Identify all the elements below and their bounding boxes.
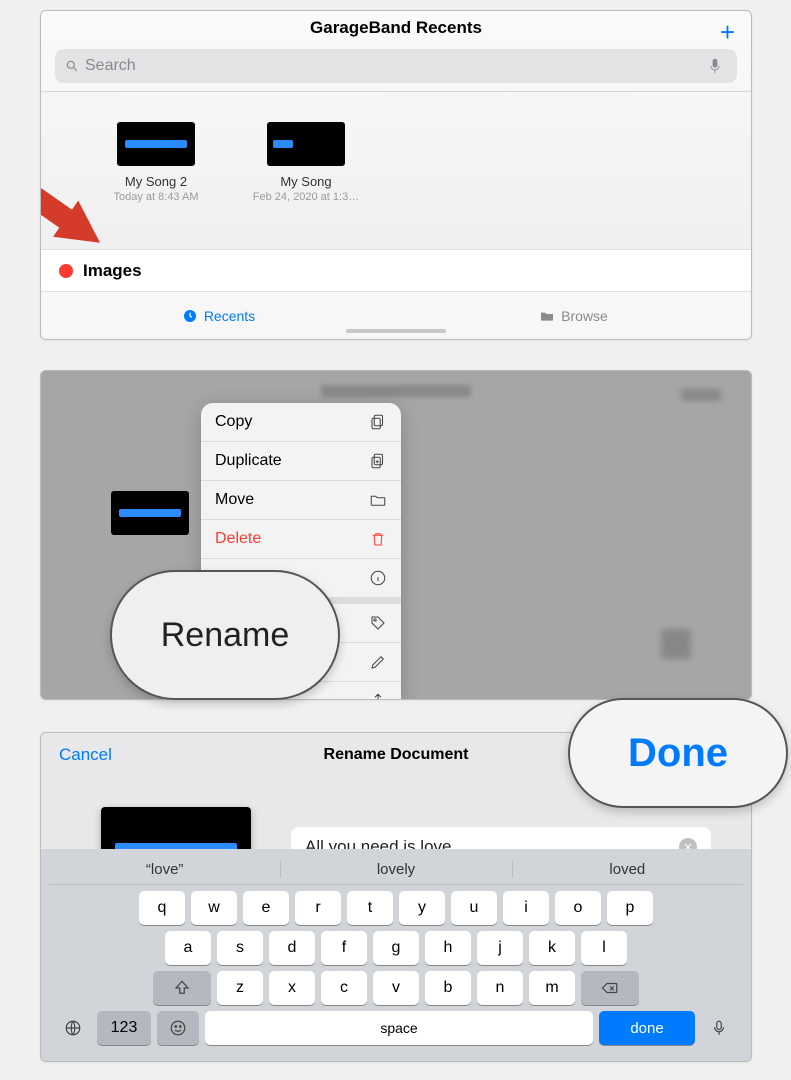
callout-done: Done	[568, 698, 788, 808]
key-v[interactable]: v	[373, 971, 419, 1005]
key-a[interactable]: a	[165, 931, 211, 965]
info-icon	[369, 569, 387, 587]
file-name: My Song	[280, 174, 331, 189]
mic-icon	[710, 1019, 728, 1037]
callout-label: Done	[628, 731, 728, 776]
tag-icon	[369, 614, 387, 632]
key-f[interactable]: f	[321, 931, 367, 965]
emoji-icon	[169, 1019, 187, 1037]
key-x[interactable]: x	[269, 971, 315, 1005]
key-q[interactable]: q	[139, 891, 185, 925]
key-g[interactable]: g	[373, 931, 419, 965]
clock-icon	[182, 308, 198, 324]
file-thumbnail	[111, 491, 189, 535]
cancel-button[interactable]: Cancel	[59, 745, 112, 765]
tab-label: Recents	[204, 308, 255, 324]
blurred-button	[681, 389, 721, 401]
key-e[interactable]: e	[243, 891, 289, 925]
key-h[interactable]: h	[425, 931, 471, 965]
file-thumbnail	[117, 122, 195, 166]
copy-icon	[369, 413, 387, 431]
search-icon	[65, 59, 79, 73]
blurred-title	[321, 385, 471, 397]
key-c[interactable]: c	[321, 971, 367, 1005]
key-u[interactable]: u	[451, 891, 497, 925]
pencil-icon	[369, 653, 387, 671]
suggestion[interactable]: lovely	[280, 855, 511, 884]
callout-rename: Rename	[110, 570, 340, 700]
menu-item-delete[interactable]: Delete	[201, 520, 401, 559]
duplicate-icon	[369, 452, 387, 470]
globe-icon	[64, 1019, 82, 1037]
mic-icon[interactable]	[709, 58, 721, 74]
file-item[interactable]: My Song 2 Today at 8:43 AM	[101, 122, 211, 203]
key-i[interactable]: i	[503, 891, 549, 925]
space-key[interactable]: space	[205, 1011, 593, 1045]
key-j[interactable]: j	[477, 931, 523, 965]
key-l[interactable]: l	[581, 931, 627, 965]
key-d[interactable]: d	[269, 931, 315, 965]
folder-icon	[369, 491, 387, 509]
file-name: My Song 2	[125, 174, 187, 189]
tab-browse[interactable]: Browse	[396, 308, 751, 324]
key-k[interactable]: k	[529, 931, 575, 965]
key-z[interactable]: z	[217, 971, 263, 1005]
key-t[interactable]: t	[347, 891, 393, 925]
keyboard: “love” lovely loved qwertyuiop asdfghjkl…	[41, 849, 751, 1061]
home-indicator	[346, 329, 446, 333]
emoji-key[interactable]	[157, 1011, 199, 1045]
menu-item-duplicate[interactable]: Duplicate	[201, 442, 401, 481]
callout-label: Rename	[161, 616, 290, 655]
file-grid: My Song 2 Today at 8:43 AM My Song Feb 2…	[41, 92, 751, 203]
backspace-icon	[601, 979, 619, 997]
tab-label: Browse	[561, 308, 608, 324]
key-n[interactable]: n	[477, 971, 523, 1005]
section-label: Images	[83, 261, 142, 281]
file-thumbnail	[267, 122, 345, 166]
folder-icon	[539, 308, 555, 324]
shift-icon	[173, 979, 191, 997]
menu-item-move[interactable]: Move	[201, 481, 401, 520]
blurred-element	[661, 629, 691, 659]
tab-recents[interactable]: Recents	[41, 308, 396, 324]
search-placeholder: Search	[85, 57, 709, 75]
file-date: Today at 8:43 AM	[114, 191, 199, 203]
file-date: Feb 24, 2020 at 1:3…	[253, 191, 359, 203]
bottom-tabbar: Recents Browse	[41, 291, 751, 339]
key-r[interactable]: r	[295, 891, 341, 925]
share-icon	[369, 692, 387, 700]
key-p[interactable]: p	[607, 891, 653, 925]
dictation-key[interactable]	[701, 1011, 737, 1045]
recents-panel: GarageBand Recents + Search My Song 2 To…	[40, 10, 752, 340]
key-y[interactable]: y	[399, 891, 445, 925]
red-dot-icon	[59, 264, 73, 278]
key-w[interactable]: w	[191, 891, 237, 925]
key-b[interactable]: b	[425, 971, 471, 1005]
menu-item-copy[interactable]: Copy	[201, 403, 401, 442]
modal-title: Rename Document	[324, 746, 469, 764]
images-section[interactable]: Images	[41, 249, 751, 291]
suggestion-bar: “love” lovely loved	[49, 855, 743, 885]
search-input[interactable]: Search	[55, 49, 737, 83]
trash-icon	[369, 530, 387, 548]
suggestion[interactable]: “love”	[49, 855, 280, 884]
page-title: GarageBand Recents	[310, 18, 482, 38]
suggestion[interactable]: loved	[512, 855, 743, 884]
shift-key[interactable]	[153, 971, 211, 1005]
globe-key[interactable]	[55, 1011, 91, 1045]
key-s[interactable]: s	[217, 931, 263, 965]
numbers-key[interactable]: 123	[97, 1011, 151, 1045]
done-key[interactable]: done	[599, 1011, 695, 1045]
backspace-key[interactable]	[581, 971, 639, 1005]
file-item[interactable]: My Song Feb 24, 2020 at 1:3…	[251, 122, 361, 203]
add-button[interactable]: +	[720, 17, 735, 48]
key-m[interactable]: m	[529, 971, 575, 1005]
key-o[interactable]: o	[555, 891, 601, 925]
